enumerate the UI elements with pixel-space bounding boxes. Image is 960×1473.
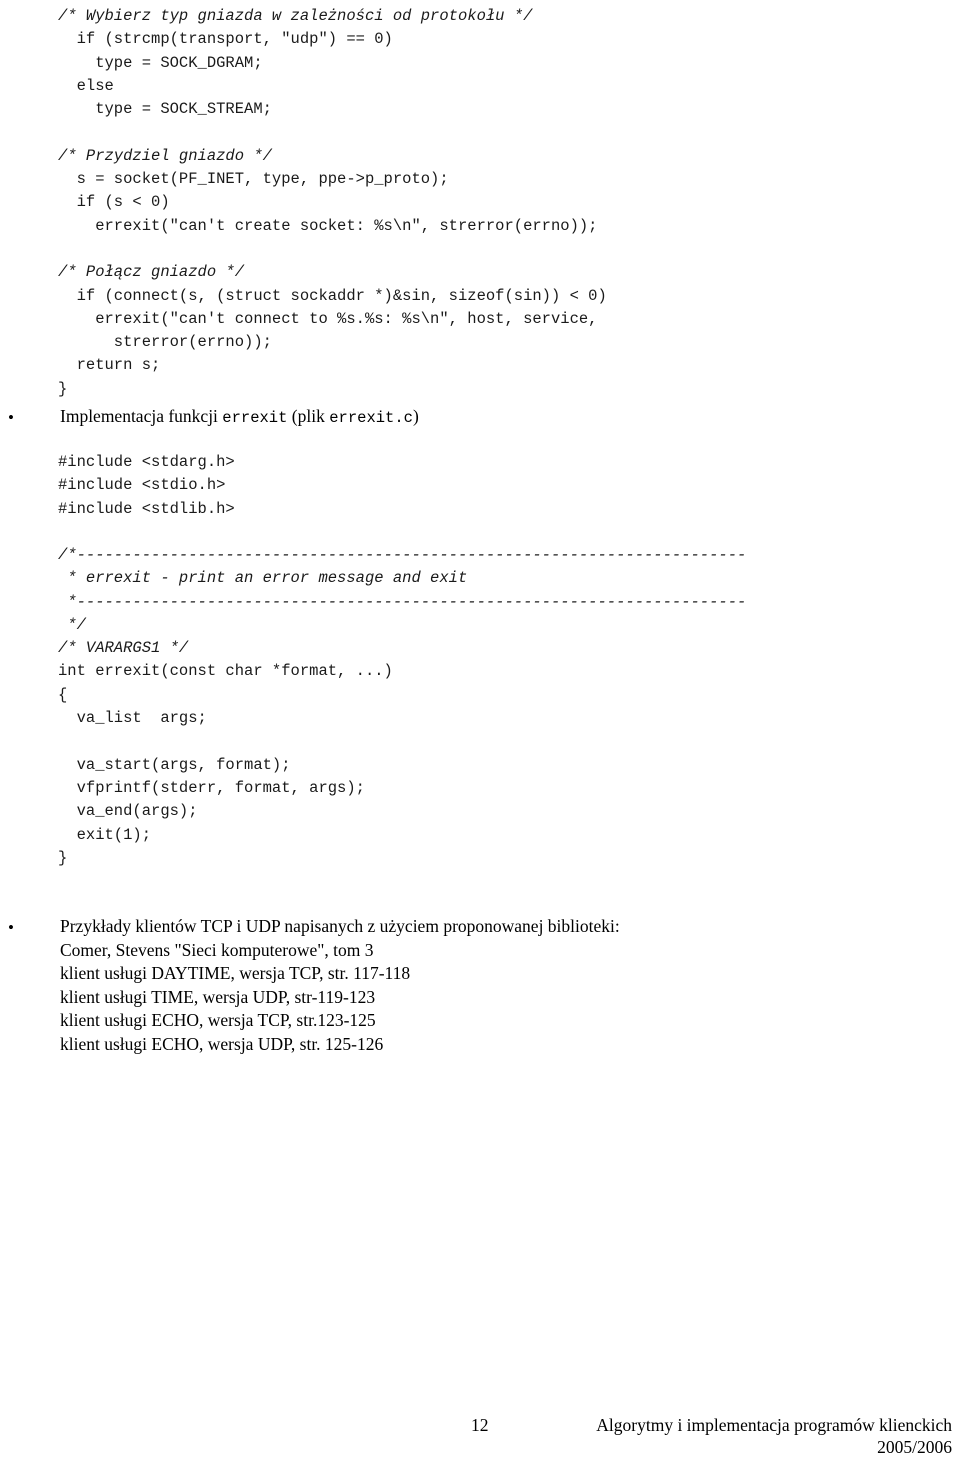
code-block-errexit: /*--------------------------------------… (58, 544, 746, 870)
code-line: if (connect(s, (struct sockaddr *)&sin, … (58, 286, 607, 305)
code-line: vfprintf(stderr, format, args); (58, 778, 365, 797)
bullet-sub-line: Comer, Stevens "Sieci komputerowe", tom … (60, 939, 374, 960)
code-block-connectsock: /* Wybierz typ gniazda w zależności od p… (58, 5, 607, 401)
bullet-sub-line: klient usługi ECHO, wersja TCP, str.123-… (60, 1010, 376, 1030)
code-comment-rule-bottom: *---------------------------------------… (58, 592, 747, 611)
bullet-text-implementacja: Implementacja funkcji errexit (plik erre… (60, 405, 419, 431)
inline-code-errexit-file: errexit.c (329, 409, 413, 427)
code-comment-varargs: /* VARARGS1 */ (58, 639, 189, 658)
code-line: #include <stdio.h> (58, 476, 226, 495)
page-number: 12 (471, 1415, 489, 1435)
code-comment-rule-top: /*--------------------------------------… (58, 546, 747, 564)
code-line: strerror(errno)); (58, 333, 272, 352)
code-line: } (58, 848, 68, 867)
bullet-sub-line: klient usługi TIME, wersja UDP, str-119-… (60, 986, 376, 1007)
bullet-text-segment-middle: (plik (287, 406, 330, 426)
code-line: errexit("can't create socket: %s\n", str… (58, 216, 598, 235)
code-line: va_list args; (58, 709, 207, 728)
code-line: { (58, 685, 68, 704)
code-line: type = SOCK_STREAM; (58, 100, 272, 119)
bullet-sub-line: klient usługi ECHO, wersja UDP, str. 125… (60, 1033, 384, 1054)
document-page: /* Wybierz typ gniazda w zależności od p… (0, 0, 960, 1473)
code-block-includes: #include <stdarg.h> #include <stdio.h> #in… (58, 451, 235, 521)
bullet-marker-icon (8, 413, 18, 423)
bullet-sub-line: Przykłady klientów TCP i UDP napisanych … (60, 916, 620, 936)
code-line: if (strcmp(transport, "udp") == 0) (58, 30, 393, 49)
code-line: /* Połącz gniazdo */ (58, 263, 245, 282)
bullet-sub-line: klient usługi DAYTIME, wersja TCP, str. … (60, 963, 411, 983)
code-line: #include <stdarg.h> (58, 453, 235, 471)
code-line: /* Wybierz typ gniazda w zależności od p… (58, 7, 533, 25)
bullet-text-przyklady: Przykłady klientów TCP i UDP napisanych … (60, 915, 620, 1056)
code-line: errexit("can't connect to %s.%s: %s\n", … (58, 309, 598, 328)
code-line: va_end(args); (58, 802, 198, 821)
footer-document-title: Algorytmy i implementacja programów klie… (596, 1415, 952, 1435)
bullet-text-segment-before: Implementacja funkcji (60, 406, 223, 426)
code-line: va_start(args, format); (58, 755, 291, 774)
footer-academic-year: 2005/2006 (877, 1437, 952, 1457)
code-line: else (58, 76, 114, 95)
code-line: exit(1); (58, 825, 152, 844)
code-line: s = socket(PF_INET, type, ppe->p_proto); (58, 170, 449, 189)
code-line: type = SOCK_DGRAM; (58, 53, 263, 72)
code-comment-close: */ (58, 615, 86, 634)
inline-code-errexit: errexit (222, 409, 288, 427)
bullet-text-segment-after: ) (412, 406, 419, 426)
code-line: /* Przydziel gniazdo */ (58, 146, 272, 165)
code-line: if (s < 0) (58, 193, 170, 212)
code-comment-title: * errexit - print an error message and e… (58, 569, 468, 588)
code-line: } (58, 379, 68, 398)
code-line: #include <stdlib.h> (58, 499, 235, 518)
code-line: int errexit(const char *format, ...) (58, 662, 393, 681)
bullet-marker-icon (8, 923, 18, 933)
code-line: return s; (58, 356, 161, 375)
